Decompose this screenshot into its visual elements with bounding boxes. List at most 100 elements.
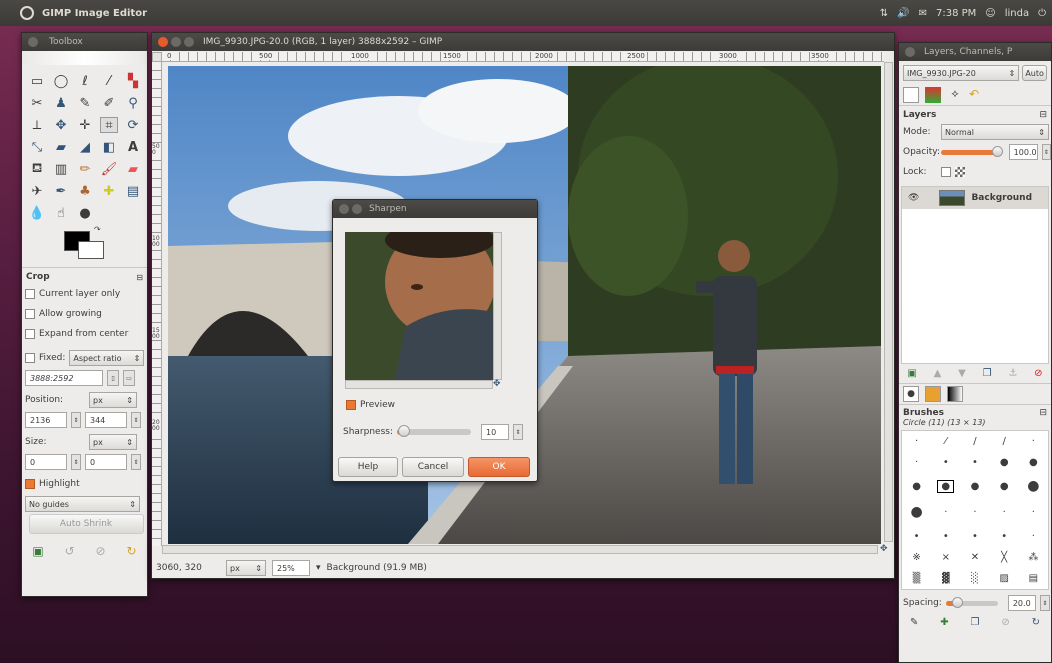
scale-icon[interactable]: ⤡ xyxy=(28,139,46,155)
brush-item[interactable]: ● xyxy=(971,481,980,492)
smudge-icon[interactable]: ☝ xyxy=(52,205,70,221)
raise-layer-icon[interactable]: ▲ xyxy=(934,368,942,379)
auto-shrink-button[interactable]: Auto Shrink xyxy=(28,514,144,534)
opacity-slider-knob[interactable] xyxy=(991,145,1003,157)
brush-item[interactable]: · xyxy=(1003,507,1006,518)
image-selector[interactable]: IMG_9930.JPG-20 ⇕ xyxy=(903,65,1020,81)
network-icon[interactable]: ⇅ xyxy=(880,8,888,19)
crop-icon[interactable]: ⌗ xyxy=(100,117,118,133)
brush-item[interactable]: ░ xyxy=(971,573,979,584)
paintbrush-icon[interactable]: 🖌 xyxy=(100,161,118,177)
lock-pixels-checkbox[interactable] xyxy=(941,167,951,177)
foreground-select-icon[interactable]: ♟ xyxy=(52,95,70,111)
spin-icon[interactable]: ⇕ xyxy=(71,454,81,470)
flip-icon[interactable]: ◧ xyxy=(100,139,118,155)
preview-vscroll[interactable] xyxy=(493,232,502,380)
text-icon[interactable]: A xyxy=(124,139,142,155)
clone-icon[interactable]: ♣ xyxy=(76,183,94,199)
zoom-icon[interactable]: ⚲ xyxy=(124,95,142,111)
position-unit-select[interactable]: px ⇕ xyxy=(89,392,137,408)
portrait-icon[interactable]: ▯ xyxy=(107,370,119,386)
spacing-value-field[interactable]: 20.0 xyxy=(1007,595,1036,611)
layer-row[interactable]: 👁 Background xyxy=(902,187,1048,209)
fixed-checkbox[interactable] xyxy=(25,353,35,363)
ruler-corner[interactable] xyxy=(152,52,162,62)
brush-item[interactable]: ● xyxy=(1029,457,1038,468)
auto-button[interactable]: Auto xyxy=(1022,65,1047,81)
volume-icon[interactable]: 🔊 xyxy=(897,8,909,19)
blend-icon[interactable]: ▥ xyxy=(52,161,70,177)
panel-menu-icon[interactable]: ⊟ xyxy=(1039,110,1047,120)
spin-icon[interactable]: ⇕ xyxy=(1041,144,1051,160)
sharpness-slider[interactable] xyxy=(397,425,471,437)
mail-icon[interactable]: ✉ xyxy=(919,8,927,19)
spin-icon[interactable]: ⇕ xyxy=(513,424,523,440)
checkbox[interactable] xyxy=(25,309,35,319)
duplicate-brush-icon[interactable]: ❐ xyxy=(971,617,980,628)
scissors-icon[interactable]: ✂ xyxy=(28,95,46,111)
tab-channels-icon[interactable] xyxy=(925,87,941,103)
user-name[interactable]: linda xyxy=(1005,8,1029,19)
shear-icon[interactable]: ▰ xyxy=(52,139,70,155)
checkbox[interactable] xyxy=(25,329,35,339)
lower-layer-icon[interactable]: ▼ xyxy=(958,368,966,379)
checkbox[interactable] xyxy=(25,289,35,299)
preview-hscroll[interactable] xyxy=(345,380,493,389)
spin-icon[interactable]: ⇕ xyxy=(131,454,141,470)
dodge-burn-icon[interactable]: ● xyxy=(76,205,94,221)
brush-item[interactable]: · xyxy=(915,436,918,447)
perspective-icon[interactable]: ◢ xyxy=(76,139,94,155)
tab-brushes-icon[interactable]: ● xyxy=(903,386,919,402)
opacity-value-field[interactable]: 100.0 xyxy=(1008,144,1038,160)
swap-colors-icon[interactable]: ↷ xyxy=(94,225,101,234)
brush-item[interactable]: · xyxy=(944,507,947,518)
brush-item[interactable]: × xyxy=(942,552,950,563)
maximize-icon[interactable] xyxy=(184,37,194,47)
current-layer-only-option[interactable]: Current layer only xyxy=(22,284,147,304)
size-h-field[interactable]: 0 xyxy=(85,454,127,470)
spacing-slider[interactable] xyxy=(945,596,998,608)
brush-item[interactable]: ⁂ xyxy=(1028,552,1038,563)
move-icon[interactable]: ✥ xyxy=(52,117,70,133)
opacity-slider[interactable] xyxy=(941,145,1003,157)
brush-item[interactable]: · xyxy=(973,507,976,518)
sharpen-preview[interactable] xyxy=(345,232,493,380)
spacing-slider-knob[interactable] xyxy=(951,596,963,608)
ratio-field[interactable]: 3888:2592 xyxy=(25,370,103,386)
highlight-option[interactable]: Highlight xyxy=(22,474,147,494)
pencil-icon[interactable]: ✏ xyxy=(76,161,94,177)
toolbox-titlebar[interactable]: Toolbox xyxy=(22,33,147,51)
restore-options-icon[interactable]: ↺ xyxy=(65,544,75,558)
duplicate-layer-icon[interactable]: ❐ xyxy=(983,368,992,379)
edit-brush-icon[interactable]: ✎ xyxy=(910,617,918,628)
new-brush-icon[interactable]: ✚ xyxy=(940,617,948,628)
brush-item[interactable]: · xyxy=(915,457,918,468)
panel-menu-icon[interactable]: ⊟ xyxy=(1039,408,1047,418)
rotate-icon[interactable]: ⟳ xyxy=(124,117,142,133)
tab-layers-icon[interactable] xyxy=(903,87,919,103)
brush-item[interactable]: ※ xyxy=(912,552,920,563)
landscape-icon[interactable]: ▭ xyxy=(123,370,135,386)
brush-item[interactable]: ● xyxy=(1000,457,1009,468)
close-icon[interactable] xyxy=(905,47,915,57)
ink-icon[interactable]: ✒ xyxy=(52,183,70,199)
expand-from-center-option[interactable]: Expand from center xyxy=(22,324,147,344)
brush-item[interactable]: ● xyxy=(1000,481,1009,492)
bg-color-swatch[interactable] xyxy=(78,241,104,259)
align-icon[interactable]: ✛ xyxy=(76,117,94,133)
brush-item[interactable]: ● xyxy=(912,481,921,492)
fuzzy-select-icon[interactable]: ⁄ xyxy=(100,73,118,89)
brush-item[interactable]: / xyxy=(973,436,976,447)
color-select-icon[interactable]: ▚ xyxy=(124,73,142,89)
brush-item[interactable]: ⁄ xyxy=(945,436,947,447)
spin-icon[interactable]: ⇕ xyxy=(71,412,81,428)
power-icon[interactable]: ⏻ xyxy=(1038,8,1046,19)
preview-option[interactable]: Preview xyxy=(343,395,395,415)
refresh-brushes-icon[interactable]: ↻ xyxy=(1032,617,1040,628)
sharpness-value-field[interactable]: 10 xyxy=(481,424,509,440)
horizontal-scrollbar[interactable] xyxy=(162,545,878,554)
brush-item[interactable]: / xyxy=(1003,436,1006,447)
preview-checkbox[interactable] xyxy=(346,400,356,410)
paths-icon[interactable]: ✎ xyxy=(76,95,94,111)
delete-brush-icon[interactable]: ⊘ xyxy=(1001,617,1009,628)
